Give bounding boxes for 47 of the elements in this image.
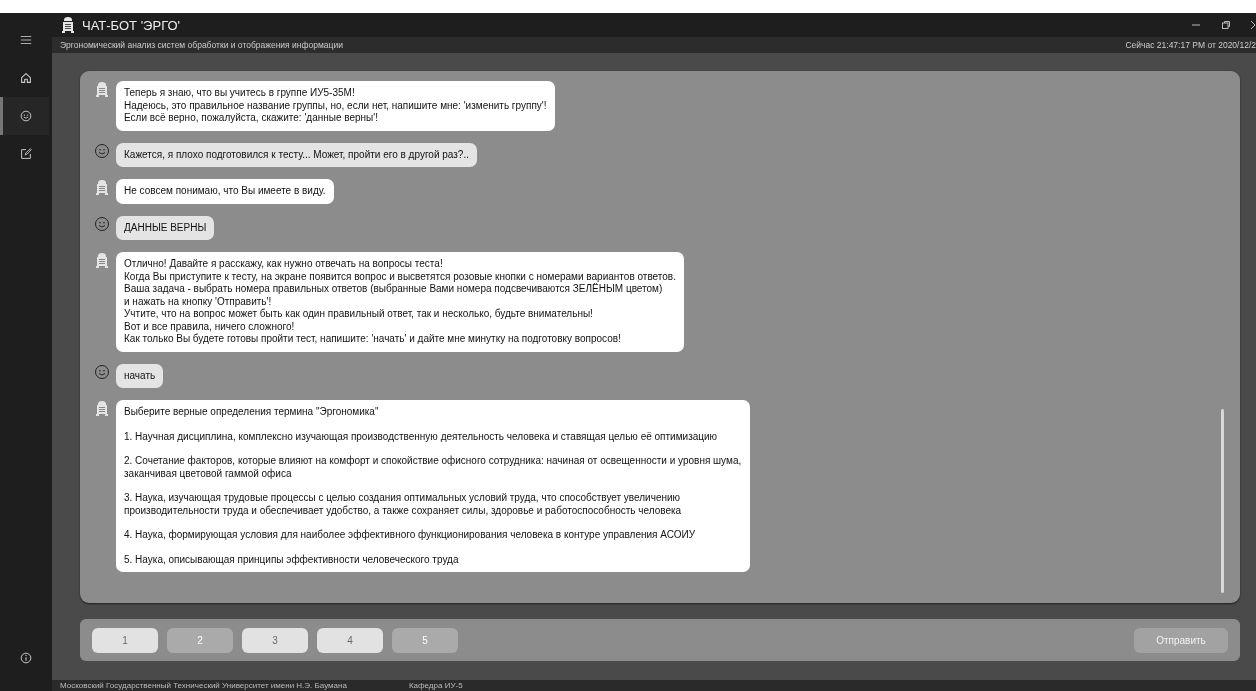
- robot-icon: [94, 400, 110, 416]
- message-text: Если всё верно, пожалуйста, скажите: 'данные верны'!: [124, 112, 379, 125]
- robot-icon: [94, 179, 110, 195]
- answer-button[interactable]: 5: [392, 627, 458, 653]
- restore-icon[interactable]: [1221, 20, 1231, 30]
- send-button[interactable]: Отправить: [1134, 627, 1228, 653]
- answer-button[interactable]: 1: [92, 627, 158, 653]
- robot-icon: [94, 252, 110, 268]
- message-text: Когда Вы приступите к тесту, на экране появится вопрос и высветятся розовые кнопки с номерами вариантов ответов.: [124, 270, 676, 283]
- message-text: Выберите верные определения термина "Эргономика": [124, 406, 380, 419]
- message-text: Отлично! Давайте я расскажу, как нужно отвечать на вопросы теста!: [124, 258, 444, 271]
- home-icon[interactable]: [19, 71, 33, 85]
- message-text: и нажать на кнопку 'Отправить'!: [124, 295, 273, 308]
- window-title: ЧАТ-БОТ 'ЭРГО': [82, 17, 181, 33]
- smiley-icon: [94, 215, 110, 232]
- message-text: 2. Сочетание факторов, которые влияют на комфорт и спокойствие офисного сотрудника: начиная от освещенности и уровня шума, заканчивая цветовой гаммой офиса: [124, 455, 742, 480]
- message-text: Теперь я знаю, что вы учитесь в группе ИУ5-35М!: [124, 87, 356, 100]
- answer-button[interactable]: 2: [167, 627, 233, 653]
- message-text: Как только Вы будете готовы пройти тест, напишите: 'начать' и дайте мне минутку на подготовку вопросов!: [124, 333, 622, 346]
- answer-button[interactable]: 3: [242, 627, 308, 653]
- university-text: Московский Государственный Технический Университет имени Н.Э. Баумана: [60, 680, 347, 691]
- clock-text: Сейчас 21:47:17 PM от 2020/12/2: [1125, 40, 1256, 50]
- robot-icon: [94, 81, 110, 97]
- close-icon[interactable]: [1251, 20, 1256, 30]
- answer-button[interactable]: 4: [317, 627, 383, 653]
- info-icon[interactable]: [19, 651, 33, 665]
- message-text: 5. Наука, описывающая принципы эффективности человеческого труда: [124, 553, 460, 566]
- message-text: начать: [124, 369, 156, 382]
- message-text: Надеюсь, это правильное название группы, но, если нет, напишите мне: 'изменить группу'!: [124, 99, 547, 112]
- message-text: 3. Наука, изучающая трудовые процессы с целью создания оптимальных условий труда, что способствует увеличению производительности труда и обеспечивает удобство, а также сохраняет силы, здоровье и работоспособность человека: [124, 492, 683, 517]
- message-text: Ваша задача - выбрать номера правильных ответов (выбранные Вами номера подсвечиваются ЗЕЛЁНЫМ цветом): [124, 283, 664, 296]
- menu-icon[interactable]: [19, 33, 33, 47]
- message-text: Учтите, что на вопрос может быть как один правильный ответ, так и несколько, будьте внимательны!: [124, 308, 594, 321]
- message-text: Не совсем понимаю, что Вы имеете в виду.: [124, 185, 326, 198]
- message-text: 1. Научная дисциплина, комплексно изучающая производственную деятельность человека и ставящая целью её оптимизацию: [124, 430, 719, 443]
- message-text: 4. Наука, формирующая условия для наиболее эффективного функционирования человека в контуре управления АСОИУ: [124, 529, 697, 542]
- smiley-icon: [94, 363, 110, 380]
- message-text: Кажется, я плохо подготовился к тесту... Может, пройти его в другой раз?..: [124, 148, 469, 161]
- message-text: ДАННЫЕ ВЕРНЫ: [124, 221, 207, 234]
- subtitle: Эргономический анализ систем обработки и отображения информации: [60, 40, 343, 50]
- message-text: Вот и все правила, ничего сложного!: [124, 320, 296, 333]
- scrollbar[interactable]: [1221, 409, 1224, 593]
- edit-icon[interactable]: [19, 147, 33, 161]
- smiley-icon[interactable]: [19, 109, 33, 123]
- department-text: Кафедра ИУ-5: [408, 680, 463, 691]
- robot-icon: [60, 17, 76, 33]
- smiley-icon: [94, 142, 110, 159]
